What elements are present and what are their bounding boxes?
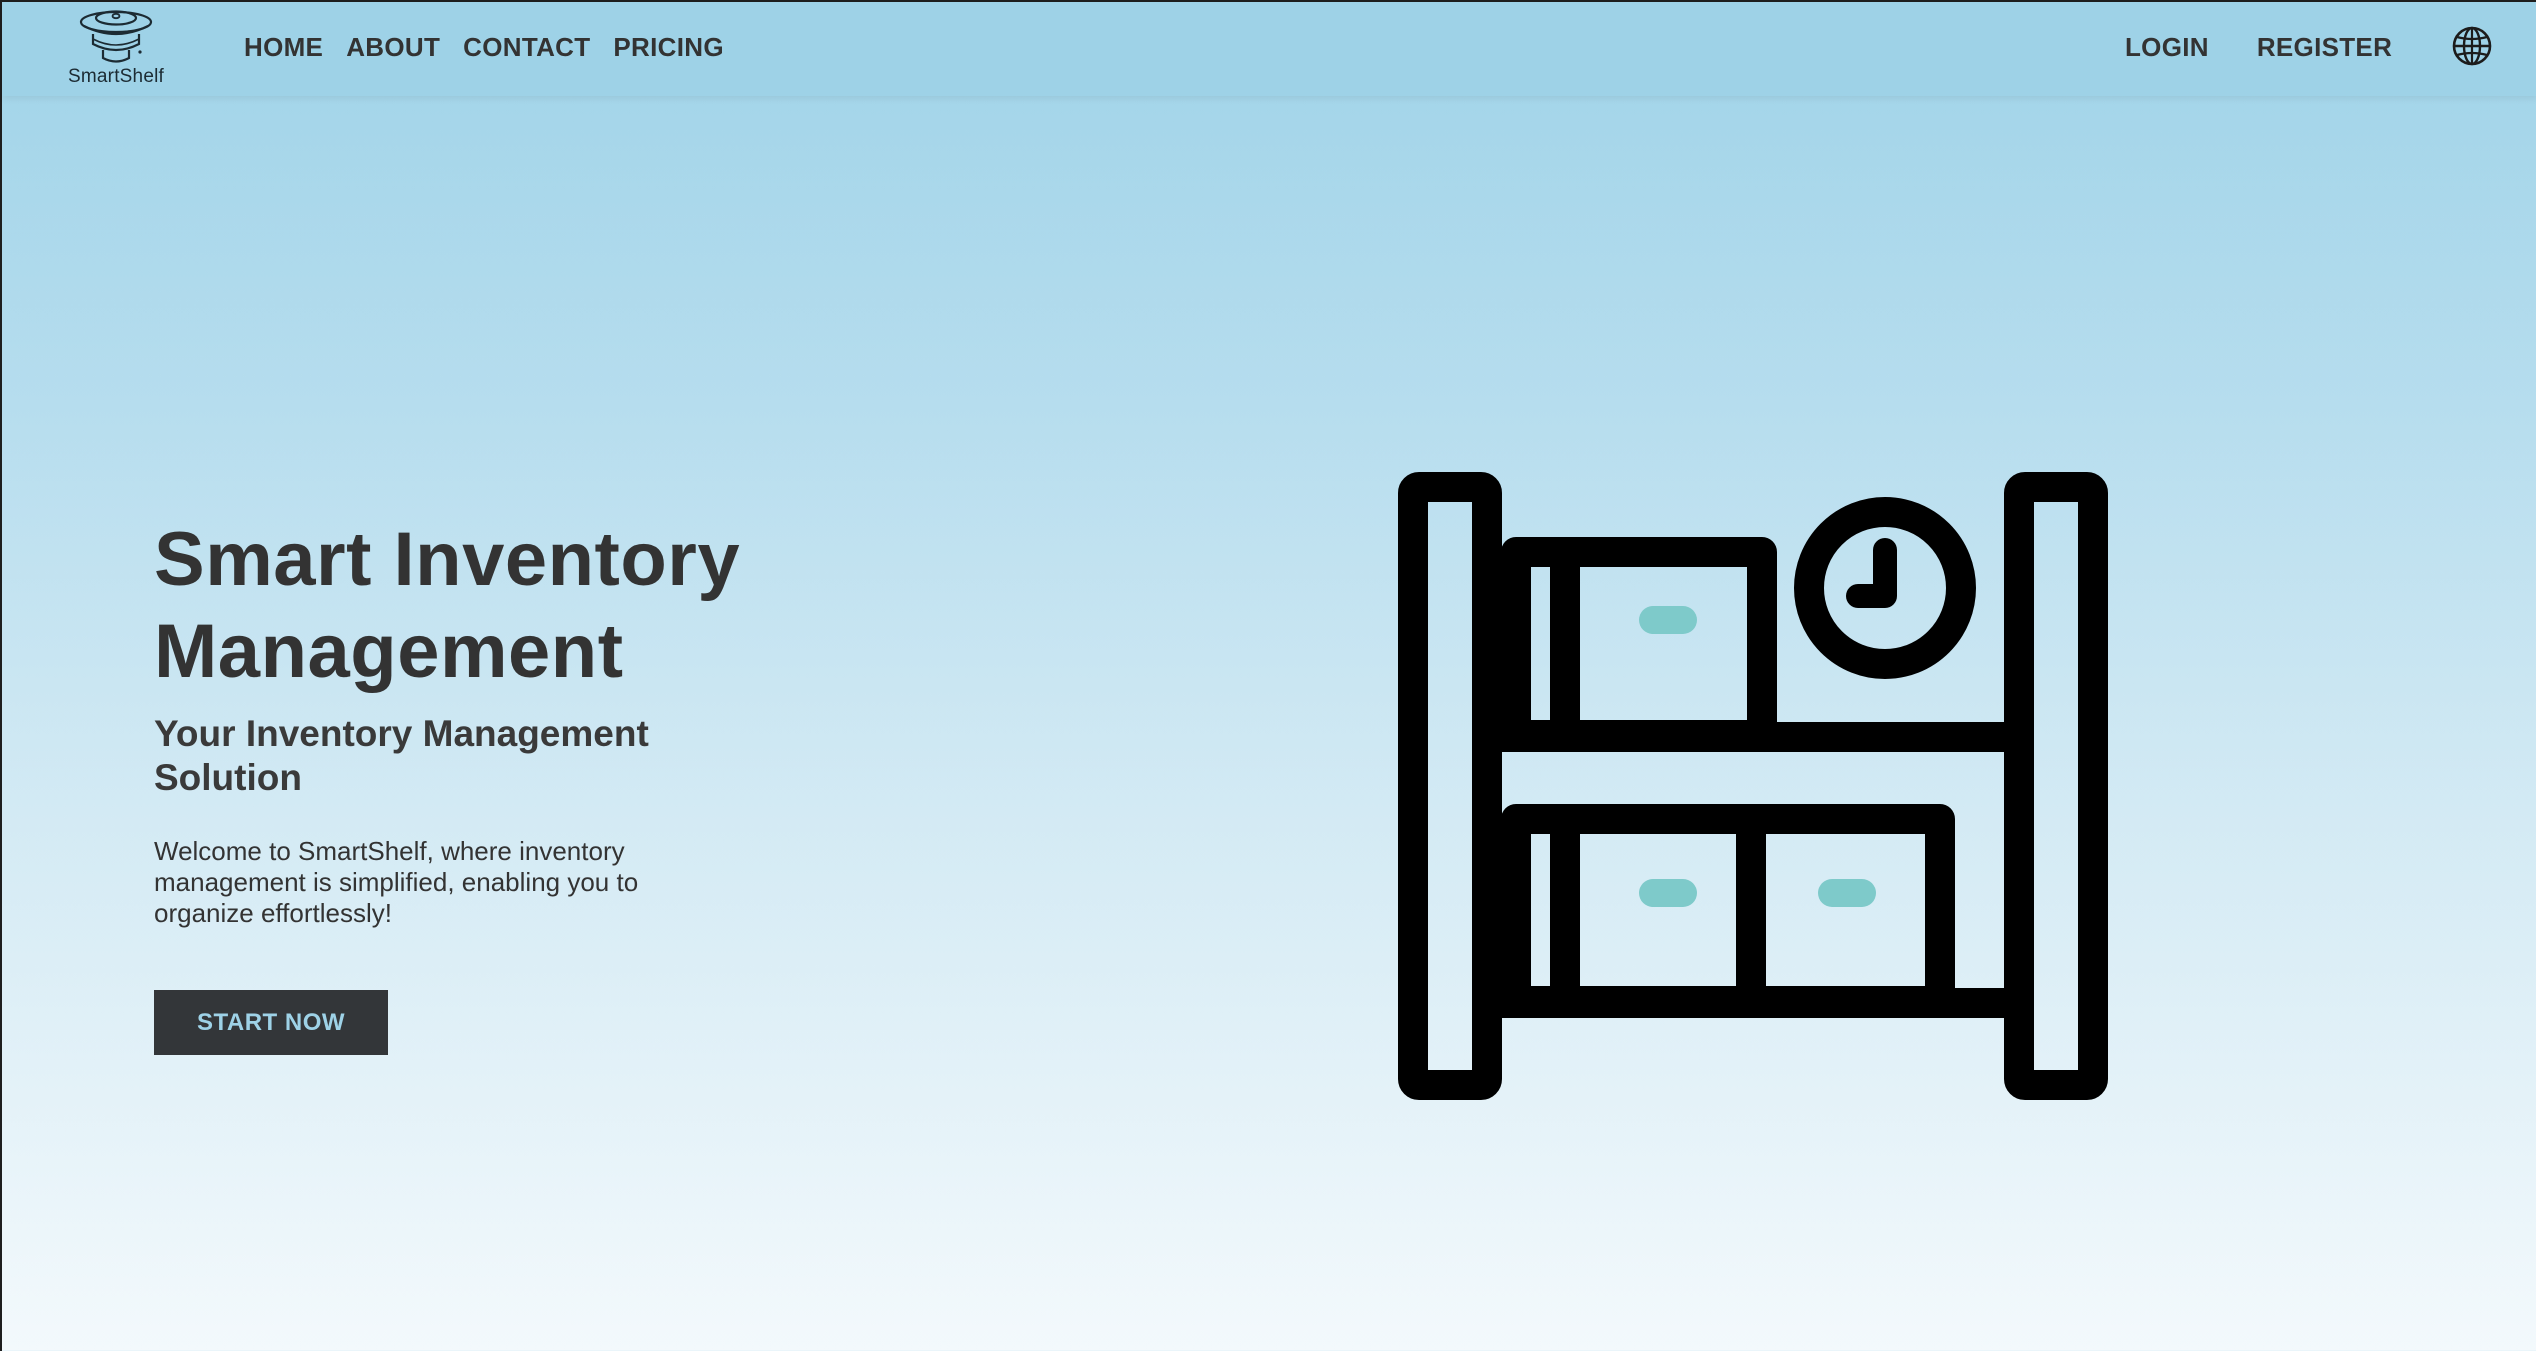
start-now-button[interactable]: START NOW	[154, 990, 388, 1055]
register-link[interactable]: REGISTER	[2257, 32, 2392, 63]
brand-logo-link[interactable]: SmartShelf	[64, 8, 168, 92]
globe-icon	[2450, 26, 2494, 72]
hero-description: Welcome to SmartShelf, where inventory m…	[154, 836, 639, 928]
hero-title: Smart Inventory Management	[154, 517, 741, 694]
nav-link-home[interactable]: HOME	[244, 32, 323, 63]
login-link[interactable]: LOGIN	[2125, 32, 2209, 63]
shelf-with-boxes-and-clock-icon	[1398, 472, 2108, 1106]
hero-section: Smart Inventory Management Your Inventor…	[154, 514, 854, 929]
nav-link-contact[interactable]: CONTACT	[463, 32, 590, 63]
brand-name: SmartShelf	[68, 66, 164, 87]
nav-link-pricing[interactable]: PRICING	[613, 32, 723, 63]
top-navbar: SmartShelf HOME ABOUT CONTACT PRICING LO…	[2, 2, 2536, 96]
stacked-disks-logo-icon	[76, 8, 156, 68]
language-selector-button[interactable]	[2450, 24, 2494, 68]
hero-illustration	[1398, 472, 2108, 1102]
nav-link-about[interactable]: ABOUT	[346, 32, 440, 63]
account-nav: LOGIN REGISTER	[2125, 32, 2392, 63]
hero-subtitle: Your Inventory Management Solution	[154, 713, 649, 798]
primary-nav: HOME ABOUT CONTACT PRICING	[244, 32, 724, 63]
